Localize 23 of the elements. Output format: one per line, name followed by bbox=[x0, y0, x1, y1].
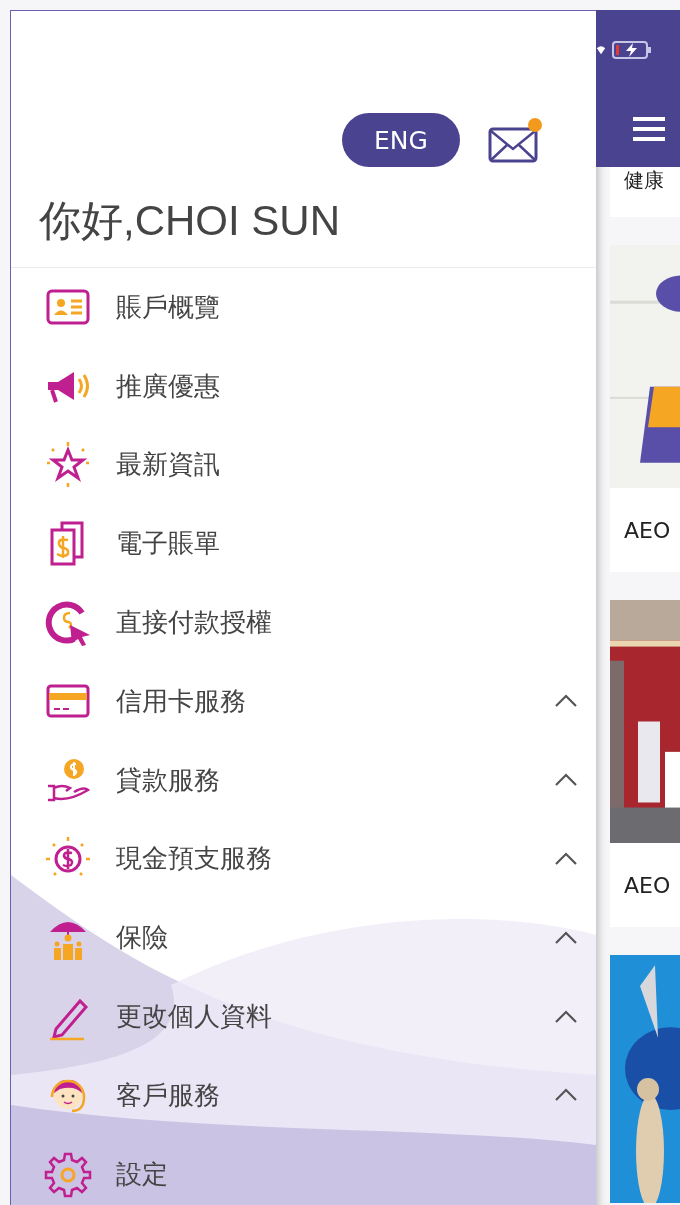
news-title: AEO bbox=[610, 843, 680, 927]
menu-item[interactable]: 保險 bbox=[11, 898, 596, 978]
menu-item[interactable]: 更改個人資料 bbox=[11, 977, 596, 1056]
menu-item[interactable]: 客戶服務 bbox=[11, 1055, 596, 1135]
language-button[interactable]: ENG bbox=[342, 113, 460, 167]
menu-item[interactable]: 推廣優惠 bbox=[11, 346, 596, 426]
menu-item[interactable]: 貸款服務 bbox=[11, 740, 596, 820]
menu-item[interactable]: 現金預支服務 bbox=[11, 819, 596, 899]
star-icon bbox=[44, 441, 92, 489]
menu-item[interactable]: 直接付款授權 bbox=[11, 583, 596, 662]
menu-item[interactable]: 電子賬單 bbox=[11, 504, 596, 584]
news-title: AEO bbox=[610, 488, 680, 572]
menu-item[interactable]: 設定 bbox=[11, 1134, 596, 1205]
menu-item[interactable]: 最新資訊 bbox=[11, 425, 596, 505]
menu-item[interactable]: 賬戶概覽 bbox=[11, 268, 596, 347]
payment-cursor-icon bbox=[44, 598, 92, 647]
news-title: 健康 bbox=[610, 167, 680, 217]
menu-item[interactable]: 信用卡服務 bbox=[11, 662, 596, 741]
settings-icon bbox=[44, 1150, 92, 1199]
greeting-text: 你好,CHOI SUN bbox=[38, 196, 341, 246]
battery-icon bbox=[612, 40, 652, 60]
menu-icon[interactable] bbox=[633, 116, 665, 142]
mail-icon[interactable] bbox=[488, 117, 544, 163]
